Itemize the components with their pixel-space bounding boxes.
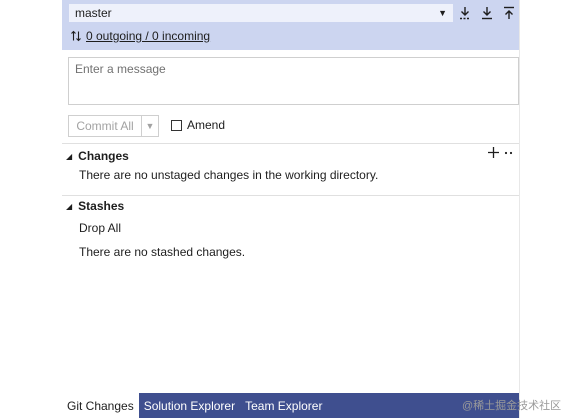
tool-window-tabs: Git Changes Solution Explorer Team Explo… — [62, 393, 519, 418]
changes-empty-message: There are no unstaged changes in the wor… — [79, 168, 379, 182]
push-icon — [504, 6, 514, 19]
more-options-icon[interactable] — [504, 148, 514, 158]
push-button[interactable] — [500, 4, 518, 22]
left-gutter — [0, 0, 63, 418]
pull-button[interactable] — [478, 4, 496, 22]
changes-title: Changes — [78, 149, 129, 163]
section-divider — [62, 143, 519, 144]
stage-all-plus-icon[interactable] — [487, 146, 500, 159]
amend-checkbox[interactable] — [171, 119, 182, 131]
stashes-title: Stashes — [78, 199, 125, 213]
commit-all-button[interactable]: Commit All — [69, 116, 142, 136]
branch-name: master — [75, 6, 112, 20]
changes-actions — [487, 146, 514, 159]
pull-icon — [482, 7, 492, 20]
collapse-triangle-icon: ◢ — [66, 151, 73, 161]
window-frame: master ▼ 0 outgoing / 0 incoming Enter a… — [0, 0, 582, 418]
tab-team-explorer[interactable]: Team Explorer — [240, 393, 327, 418]
sync-status: 0 outgoing / 0 incoming — [70, 28, 210, 44]
fetch-button[interactable] — [456, 4, 474, 22]
chevron-down-icon: ▼ — [145, 121, 155, 131]
commit-options-dropdown[interactable]: ▼ — [142, 116, 158, 136]
git-toolbar: master ▼ 0 outgoing / 0 incoming — [62, 0, 519, 50]
tab-solution-explorer[interactable]: Solution Explorer — [139, 393, 240, 418]
outgoing-incoming-link[interactable]: 0 outgoing / 0 incoming — [86, 29, 210, 43]
amend-checkbox-row[interactable]: Amend — [171, 118, 225, 132]
right-gutter — [519, 0, 582, 418]
commit-all-split-button: Commit All ▼ — [68, 115, 159, 137]
changes-section-header[interactable]: ◢ Changes — [66, 149, 129, 163]
commit-message-placeholder: Enter a message — [75, 62, 166, 76]
git-changes-panel: master ▼ 0 outgoing / 0 incoming Enter a… — [62, 0, 519, 418]
fetch-icon — [460, 7, 470, 20]
watermark-text: @稀土掘金技术社区 — [462, 400, 562, 412]
stashes-section-header[interactable]: ◢ Stashes — [66, 199, 124, 213]
tab-git-changes[interactable]: Git Changes — [62, 393, 139, 418]
chevron-down-icon: ▼ — [438, 8, 447, 18]
commit-message-input[interactable]: Enter a message — [68, 57, 519, 105]
sync-arrows-icon — [71, 30, 81, 42]
branch-dropdown[interactable]: master ▼ — [68, 3, 454, 23]
section-divider — [62, 195, 519, 196]
stashes-empty-message: There are no stashed changes. — [79, 245, 246, 259]
drop-all-link[interactable]: Drop All — [79, 221, 121, 235]
amend-label: Amend — [187, 118, 226, 132]
collapse-triangle-icon: ◢ — [66, 201, 73, 211]
